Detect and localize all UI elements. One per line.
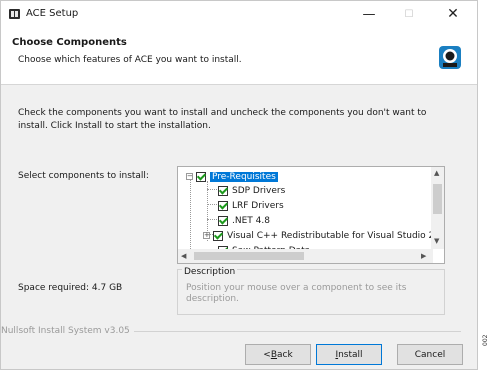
minimize-button[interactable]: — [351, 1, 387, 27]
close-button[interactable]: ✕ [435, 1, 471, 27]
page-title: Choose Components [12, 37, 127, 48]
vertical-scroll-thumb[interactable] [433, 184, 442, 214]
tree-item-label: LRF Drivers [232, 200, 284, 211]
page-subtitle: Choose which features of ACE you want to… [18, 55, 242, 65]
cancel-button[interactable]: Cancel [397, 344, 463, 365]
install-button[interactable]: Install [316, 344, 382, 365]
space-required: Space required: 4.7 GB [18, 283, 123, 293]
tree-item-label: Visual C++ Redistributable for Visual St… [227, 230, 435, 241]
maximize-button[interactable]: ☐ [391, 1, 427, 27]
checkbox-dotnet[interactable] [218, 215, 228, 226]
tree-item-lrf-drivers[interactable]: LRF Drivers [218, 198, 284, 213]
horizontal-scroll-thumb[interactable] [194, 252, 304, 260]
description-title: Description [182, 267, 238, 277]
scroll-down-icon[interactable]: ▼ [434, 237, 439, 245]
scroll-left-icon[interactable]: ◀ [181, 252, 186, 260]
tree-item-label: SDP Drivers [232, 185, 286, 196]
checkbox-lrf-drivers[interactable] [218, 200, 228, 211]
checkbox-visual-cpp[interactable] [213, 230, 223, 241]
setup-window: ACE Setup — ☐ ✕ Choose Components Choose… [0, 0, 478, 370]
tree-item-dotnet[interactable]: .NET 4.8 [218, 213, 270, 228]
branding-text: Nullsoft Install System v3.05 [1, 326, 134, 336]
tree-item-label: .NET 4.8 [232, 215, 270, 226]
figure-number: 002 [482, 334, 489, 346]
back-button[interactable]: < Back [245, 344, 311, 365]
vertical-scrollbar[interactable]: ▲ ▼ [431, 167, 444, 249]
scroll-right-icon[interactable]: ▶ [421, 252, 426, 260]
description-text: Position your mouse over a component to … [186, 283, 407, 304]
expand-icon[interactable]: + [203, 232, 210, 239]
scroll-up-icon[interactable]: ▲ [434, 169, 439, 177]
select-components-label: Select components to install: [18, 171, 149, 181]
back-button-prefix: < [263, 349, 271, 360]
checkbox-prerequisites[interactable] [196, 171, 206, 182]
back-button-label: ack [277, 349, 293, 360]
checkbox-sdp-drivers[interactable] [218, 185, 228, 196]
brand-divider [131, 331, 461, 332]
tree-item-visual-cpp[interactable]: + Visual C++ Redistributable for Visual … [203, 228, 434, 243]
title-bar[interactable]: ACE Setup — ☐ ✕ [1, 1, 477, 27]
installer-logo-icon [439, 46, 461, 69]
page-header: Choose Components Choose which features … [1, 27, 477, 85]
tree-item-label: Pre-Requisites [210, 171, 278, 182]
instructions-text: Check the components you want to install… [18, 108, 427, 131]
tree-item-sdp-drivers[interactable]: SDP Drivers [218, 183, 285, 198]
window-title: ACE Setup [26, 8, 79, 19]
tree-item-prerequisites[interactable]: − Pre-Requisites [186, 169, 278, 184]
horizontal-scrollbar[interactable]: ◀ ▶ [178, 249, 433, 263]
app-icon [9, 9, 20, 19]
collapse-icon[interactable]: − [186, 173, 193, 180]
components-tree[interactable]: − Pre-Requisites SDP Drivers LRF Drivers… [177, 166, 445, 264]
install-button-label: nstall [338, 349, 363, 360]
